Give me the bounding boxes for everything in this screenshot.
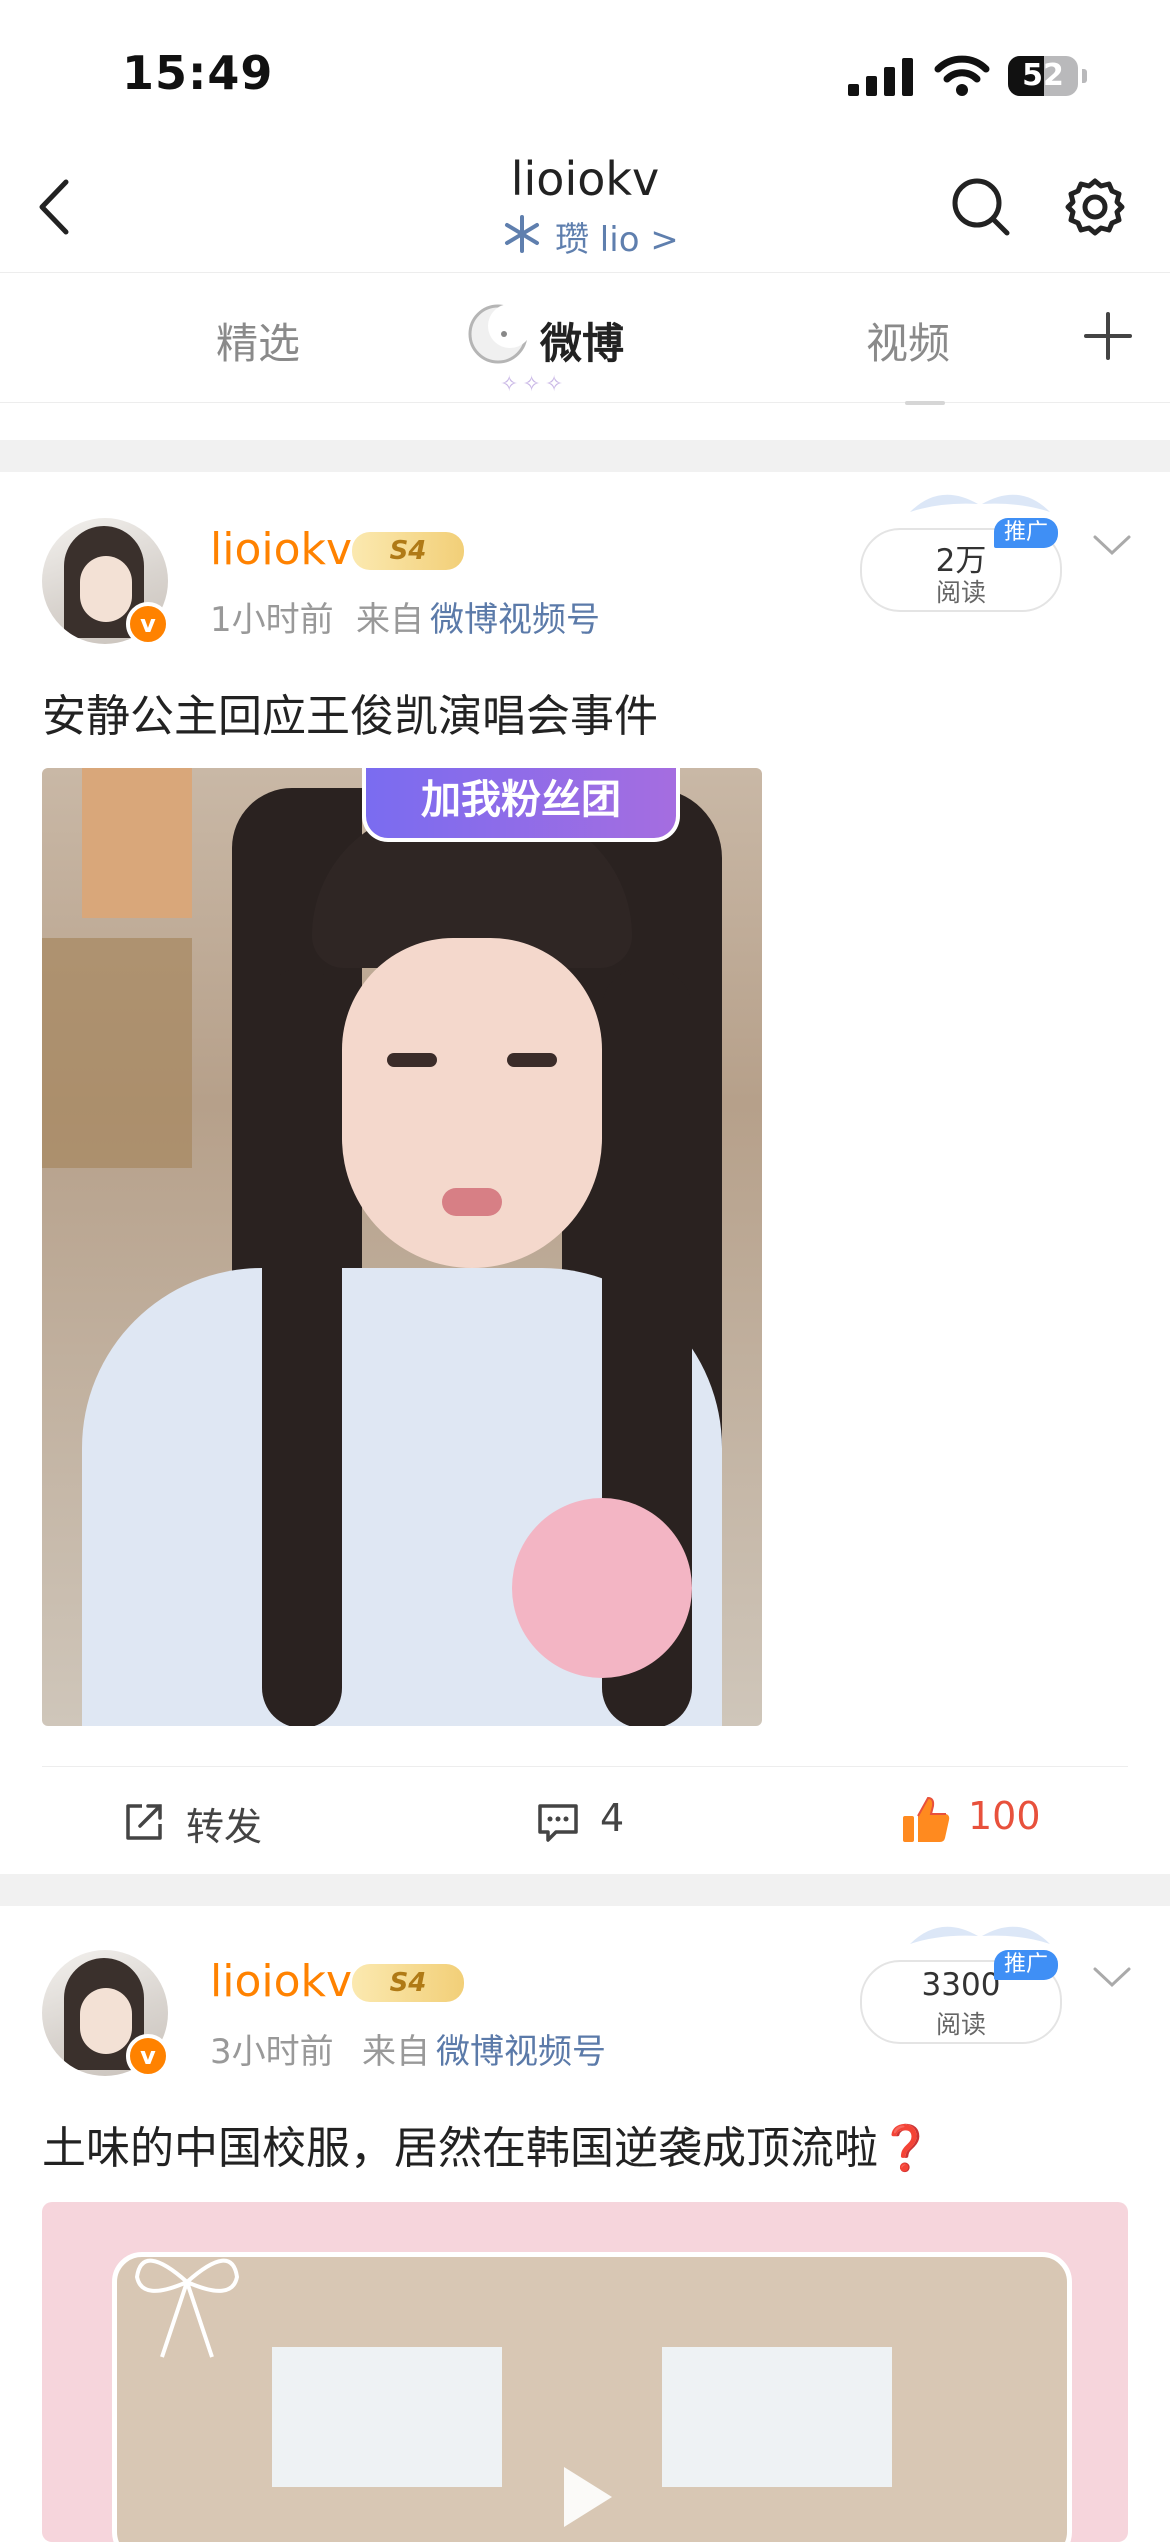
- thumbnail-face: [342, 938, 602, 1268]
- thumbnail-eye-right: [507, 1053, 557, 1067]
- thumbnail-hair-front-left: [262, 968, 342, 1726]
- thumbs-up-icon: [903, 1796, 950, 1842]
- question-emoji: ❓: [878, 2123, 933, 2174]
- page-title: lioiokv: [510, 152, 660, 206]
- repost-icon: [126, 1804, 162, 1840]
- username[interactable]: lioiokv: [210, 1956, 352, 2007]
- comment-button[interactable]: 4: [536, 1790, 736, 1852]
- post-video-thumbnail[interactable]: [42, 2202, 1128, 2542]
- signal-icon: [848, 58, 913, 96]
- post-source-prefix: 来自: [362, 2032, 430, 2072]
- verified-icon: v: [126, 602, 170, 646]
- promo-badge: 推广: [994, 1950, 1058, 1980]
- repost-button[interactable]: 转发: [122, 1790, 382, 1852]
- chevron-down-icon[interactable]: [1092, 534, 1132, 556]
- thumbnail-window-right: [662, 2347, 892, 2487]
- read-label: 阅读: [935, 2010, 986, 2039]
- tab-underline-indicator: [905, 401, 945, 405]
- like-count: 100: [968, 1794, 1041, 1838]
- comment-icon: [538, 1804, 578, 1842]
- play-icon[interactable]: [542, 2457, 622, 2537]
- chevron-down-icon[interactable]: [1092, 1966, 1132, 1988]
- post-actions-divider: [42, 1766, 1128, 1767]
- thumbnail-eye-left: [387, 1053, 437, 1067]
- read-label: 阅读: [935, 578, 986, 607]
- post-text: 土味的中国校服，居然在韩国逆袭成顶流啦❓: [42, 2112, 933, 2176]
- post-time: 1小时前: [210, 600, 334, 640]
- like-button[interactable]: 100: [900, 1788, 1100, 1850]
- tab-video[interactable]: 视频: [866, 310, 950, 371]
- repost-label: 转发: [186, 1805, 263, 1849]
- header-top-divider: [0, 272, 1170, 273]
- post-source-link[interactable]: 微博视频号: [430, 592, 600, 641]
- thumbnail-chair: [42, 938, 192, 1168]
- wifi-icon: [934, 55, 990, 96]
- tab-active-ornament: ✧✧✧: [500, 372, 568, 397]
- post-time: 3小时前: [210, 2032, 334, 2072]
- feed-gap: [0, 1874, 1170, 1906]
- snowflake-icon: [505, 215, 539, 253]
- tab-divider: [0, 402, 1170, 403]
- profile-subtitle-link[interactable]: 瓒 lio >: [555, 212, 685, 261]
- comment-count: 4: [600, 1796, 625, 1840]
- thumbnail-boxes: [82, 768, 192, 918]
- moon-mascot-icon: [468, 304, 532, 364]
- feed-gap: [0, 440, 1170, 472]
- gear-icon[interactable]: [1064, 176, 1126, 238]
- tab-weibo[interactable]: 微博: [540, 310, 624, 371]
- battery-indicator: 52: [1008, 56, 1078, 96]
- thumbnail-window-left: [272, 2347, 502, 2487]
- avatar-face: [80, 556, 132, 622]
- status-time: 15:49: [122, 46, 274, 100]
- level-badge: S4: [352, 1964, 464, 2002]
- thumbnail-sticker: 加我粉丝团: [362, 768, 680, 842]
- post-source-link[interactable]: 微博视频号: [436, 2024, 606, 2073]
- post-video-thumbnail[interactable]: 加我粉丝团: [42, 768, 762, 1726]
- level-badge: S4: [352, 532, 464, 570]
- battery-cap: [1082, 69, 1087, 83]
- back-arrow-icon[interactable]: [34, 176, 74, 238]
- search-icon[interactable]: [950, 176, 1012, 238]
- post-text-body: 土味的中国校服，居然在韩国逆袭成顶流啦: [42, 2123, 878, 2174]
- battery-level-text: 52: [1022, 58, 1064, 93]
- thumbnail-pink-pompom: [512, 1498, 692, 1678]
- avatar-face: [80, 1988, 132, 2054]
- promo-badge: 推广: [994, 518, 1058, 548]
- verified-icon: v: [126, 2034, 170, 2078]
- post-text: 安静公主回应王俊凯演唱会事件: [42, 691, 658, 742]
- ribbon-bow-icon: [134, 2258, 240, 2358]
- username[interactable]: lioiokv: [210, 524, 352, 575]
- post-source-prefix: 来自: [356, 600, 424, 640]
- thumbnail-lips: [442, 1188, 502, 1216]
- tab-featured[interactable]: 精选: [216, 310, 300, 371]
- plus-icon[interactable]: [1084, 312, 1132, 360]
